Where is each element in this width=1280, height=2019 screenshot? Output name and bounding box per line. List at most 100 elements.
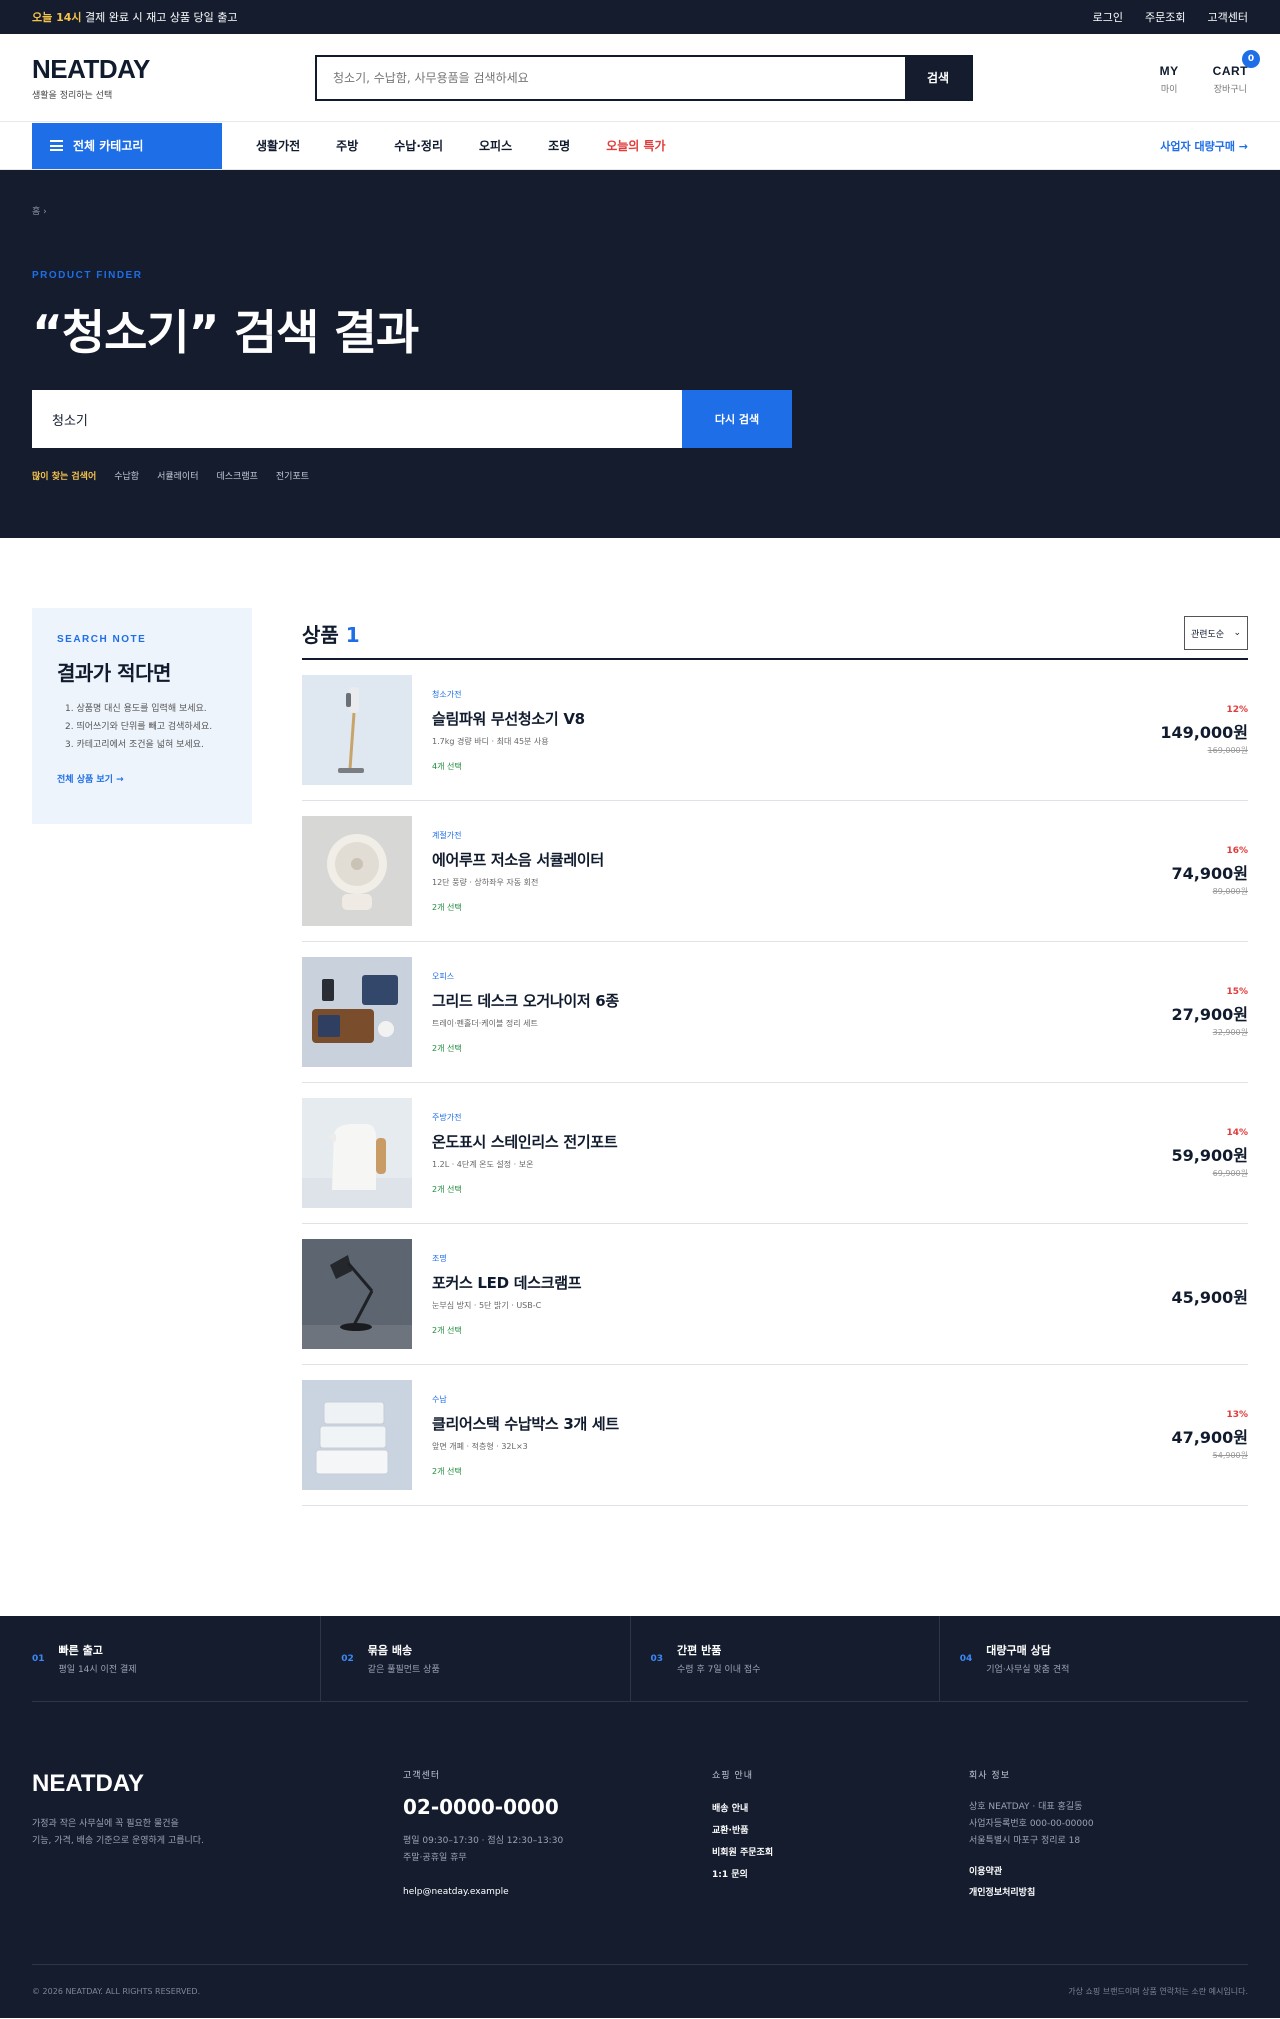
- service-features: 01 빠른 출고 평일 14시 이전 결제 02 묶음 배송 같은 풀필먼트 상품 …: [32, 1616, 1248, 1702]
- discount-rate: 13%: [1226, 1409, 1248, 1420]
- company-info-column: 회사 정보 상호 NEATDAY · 대표 홍길동 사업자등록번호 000-00…: [969, 1771, 1094, 1898]
- note-kicker: SEARCH NOTE: [57, 634, 147, 645]
- product-name[interactable]: 클리어스택 수납박스 3개 세트: [432, 1413, 619, 1434]
- product-options: 2개 선택: [432, 1184, 462, 1194]
- hero-kicker: PRODUCT FINDER: [32, 270, 143, 281]
- breadcrumb[interactable]: 홈 ›: [32, 204, 47, 217]
- note-tip: 3. 카테고리에서 조건을 넓혀 보세요.: [65, 740, 204, 750]
- product-name[interactable]: 슬림파워 무선청소기 V8: [432, 708, 585, 729]
- product-image[interactable]: [302, 957, 412, 1067]
- product-options: 2개 선택: [432, 1325, 462, 1335]
- sort-select[interactable]: 관련도순 ⌄: [1184, 616, 1248, 650]
- note-title: 결과가 적다면: [57, 661, 171, 685]
- customer-service-column: 고객센터 02-0000-0000 평일 09:30–17:30 · 점심 12…: [403, 1771, 564, 1897]
- customer-center-link[interactable]: 고객센터: [1208, 9, 1248, 25]
- nav-item-daily-deal[interactable]: 오늘의 특가: [606, 137, 665, 154]
- product-spec: 눈부심 방지 · 5단 밝기 · USB-C: [432, 1300, 542, 1310]
- product-row[interactable]: 계절가전 에어루프 저소음 서큘레이터 12단 풍량 · 상하좌우 자동 회전 …: [302, 801, 1248, 942]
- nav-item-kitchen[interactable]: 주방: [336, 137, 358, 154]
- note-tips: 1. 상품명 대신 용도를 입력해 보세요. 2. 띄어쓰기와 단위를 빼고 검…: [57, 700, 227, 754]
- product-spec: 트레이·펜홀더·케이블 정리 세트: [432, 1018, 538, 1028]
- sale-price: 149,000원: [1160, 722, 1248, 742]
- product-row[interactable]: 주방가전 온도표시 스테인리스 전기포트 1.2L · 4단계 온도 설정 · …: [302, 1083, 1248, 1224]
- hero-search-input[interactable]: 청소기: [32, 390, 682, 448]
- footer-link[interactable]: 교환·반품: [712, 1823, 773, 1836]
- product-row[interactable]: 청소가전 슬림파워 무선청소기 V8 1.7kg 경량 바디 · 최대 45분 …: [302, 660, 1248, 801]
- all-categories-button[interactable]: 전체 카테고리: [32, 122, 222, 169]
- original-price: 32,900원: [1212, 1027, 1248, 1037]
- login-link[interactable]: 로그인: [1093, 9, 1123, 25]
- shipping-notice: 오늘 14시 결제 완료 시 재고 상품 당일 출고: [32, 11, 238, 24]
- search-button[interactable]: 검색: [905, 56, 971, 99]
- product-image[interactable]: [302, 816, 412, 926]
- product-row[interactable]: 오피스 그리드 데스크 오거나이저 6종 트레이·펜홀더·케이블 정리 세트 2…: [302, 942, 1248, 1083]
- product-name[interactable]: 그리드 데스크 오거나이저 6종: [432, 990, 619, 1011]
- product-name[interactable]: 에어루프 저소음 서큘레이터: [432, 849, 604, 870]
- product-image[interactable]: [302, 1239, 412, 1349]
- footer-link[interactable]: 배송 안내: [712, 1801, 773, 1814]
- brand-tagline: 생활을 정리하는 선택: [32, 91, 113, 101]
- results-section: 상품 1 관련도순 ⌄ 청소가전 슬림파워 무선청소기 V8 1.7kg 경량 …: [302, 608, 1248, 1506]
- view-all-products-link[interactable]: 전체 상품 보기 →: [57, 772, 227, 785]
- product-spec: 1.7kg 경량 바디 · 최대 45분 사용: [432, 736, 549, 746]
- main-nav: 전체 카테고리 생활가전 주방 수납·정리 오피스 조명 오늘의 특가 사업자 …: [0, 122, 1280, 170]
- shopping-guide-column: 쇼핑 안내 배송 안내 교환·반품 비회원 주문조회 1:1 문의: [712, 1771, 774, 1880]
- product-options: 2개 선택: [432, 902, 462, 912]
- nav-item-office[interactable]: 오피스: [479, 137, 512, 154]
- product-image[interactable]: [302, 1380, 412, 1490]
- discount-rate: 15%: [1226, 986, 1248, 997]
- discount-rate: 16%: [1226, 845, 1248, 856]
- search-input[interactable]: [317, 56, 905, 99]
- footer-link[interactable]: 비회원 주문조회: [712, 1845, 773, 1858]
- original-price: 89,000원: [1212, 886, 1248, 896]
- product-image[interactable]: [302, 675, 412, 785]
- product-spec: 12단 풍량 · 상하좌우 자동 회전: [432, 877, 539, 887]
- product-row[interactable]: 수납 클리어스택 수납박스 3개 세트 앞면 개폐 · 적층형 · 32L×3 …: [302, 1365, 1248, 1506]
- footer-description: 가정과 작은 사무실에 꼭 필요한 물건을 기능, 가격, 배송 기준으로 운영…: [32, 1819, 204, 1846]
- hero-search: 청소기 다시 검색: [32, 390, 792, 448]
- note-tip: 2. 띄어쓰기와 단위를 빼고 검색하세요.: [65, 722, 213, 732]
- product-options: 4개 선택: [432, 761, 462, 771]
- sale-price: 74,900원: [1171, 863, 1248, 883]
- product-image[interactable]: [302, 1098, 412, 1208]
- copyright: © 2026 NEATDAY. ALL RIGHTS RESERVED.: [32, 1987, 201, 1996]
- site-footer: 01 빠른 출고 평일 14시 이전 결제 02 묶음 배송 같은 풀필먼트 상품 …: [0, 1616, 1280, 2018]
- popular-term[interactable]: 전기포트: [276, 469, 309, 482]
- disclaimer: 가상 쇼핑 브랜드이며 상품 연락처는 소란 예시입니다.: [1068, 1987, 1248, 1996]
- my-page-button[interactable]: MY 마이: [1160, 64, 1179, 95]
- bulk-order-link[interactable]: 사업자 대량구매 →: [1160, 138, 1248, 154]
- footer-logo[interactable]: NEATDAY: [32, 1770, 144, 1798]
- header-search: 검색: [315, 54, 973, 101]
- cs-phone[interactable]: 02-0000-0000: [403, 1795, 563, 1819]
- terms-link[interactable]: 이용약관: [969, 1864, 1094, 1877]
- product-name[interactable]: 온도표시 스테인리스 전기포트: [432, 1131, 618, 1152]
- nav-item-appliances[interactable]: 생활가전: [256, 137, 300, 154]
- product-name[interactable]: 포커스 LED 데스크램프: [432, 1272, 582, 1293]
- privacy-link[interactable]: 개인정보처리방침: [969, 1885, 1094, 1898]
- popular-term[interactable]: 수납함: [114, 469, 139, 482]
- cs-email[interactable]: help@neatday.example: [403, 1887, 563, 1897]
- feature-item: 03 간편 반품 수령 후 7일 이내 접수: [631, 1616, 940, 1701]
- product-row[interactable]: 조명 포커스 LED 데스크램프 눈부심 방지 · 5단 밝기 · USB-C …: [302, 1224, 1248, 1365]
- popular-term[interactable]: 데스크램프: [216, 469, 257, 482]
- footer-link[interactable]: 1:1 문의: [712, 1867, 773, 1880]
- chevron-down-icon: ⌄: [1233, 628, 1241, 638]
- order-lookup-link[interactable]: 주문조회: [1145, 9, 1185, 25]
- site-header: NEATDAY 생활을 정리하는 선택 검색 MY 마이 CART 장바구니 0: [0, 34, 1280, 122]
- nav-item-lighting[interactable]: 조명: [548, 137, 570, 154]
- product-spec: 1.2L · 4단계 온도 설정 · 보온: [432, 1159, 534, 1169]
- feature-item: 02 묶음 배송 같은 풀필먼트 상품: [321, 1616, 631, 1701]
- product-category: 수납: [432, 1394, 447, 1404]
- top-notice-bar: 오늘 14시 결제 완료 시 재고 상품 당일 출고 로그인 주문조회 고객센터: [0, 0, 1280, 34]
- feature-item: 01 빠른 출고 평일 14시 이전 결제: [32, 1616, 322, 1701]
- product-category: 오피스: [432, 971, 455, 981]
- product-category: 주방가전: [432, 1112, 462, 1122]
- popular-term[interactable]: 서큘레이터: [157, 469, 198, 482]
- brand-logo[interactable]: NEATDAY 생활을 정리하는 선택: [32, 54, 315, 101]
- product-options: 2개 선택: [432, 1466, 462, 1476]
- search-hero: 홈 › PRODUCT FINDER “청소기” 검색 결과 청소기 다시 검색…: [0, 170, 1280, 538]
- research-button[interactable]: 다시 검색: [682, 390, 792, 448]
- discount-rate: 12%: [1226, 704, 1248, 715]
- cart-button[interactable]: CART 장바구니 0: [1213, 50, 1260, 95]
- nav-item-storage[interactable]: 수납·정리: [394, 137, 443, 154]
